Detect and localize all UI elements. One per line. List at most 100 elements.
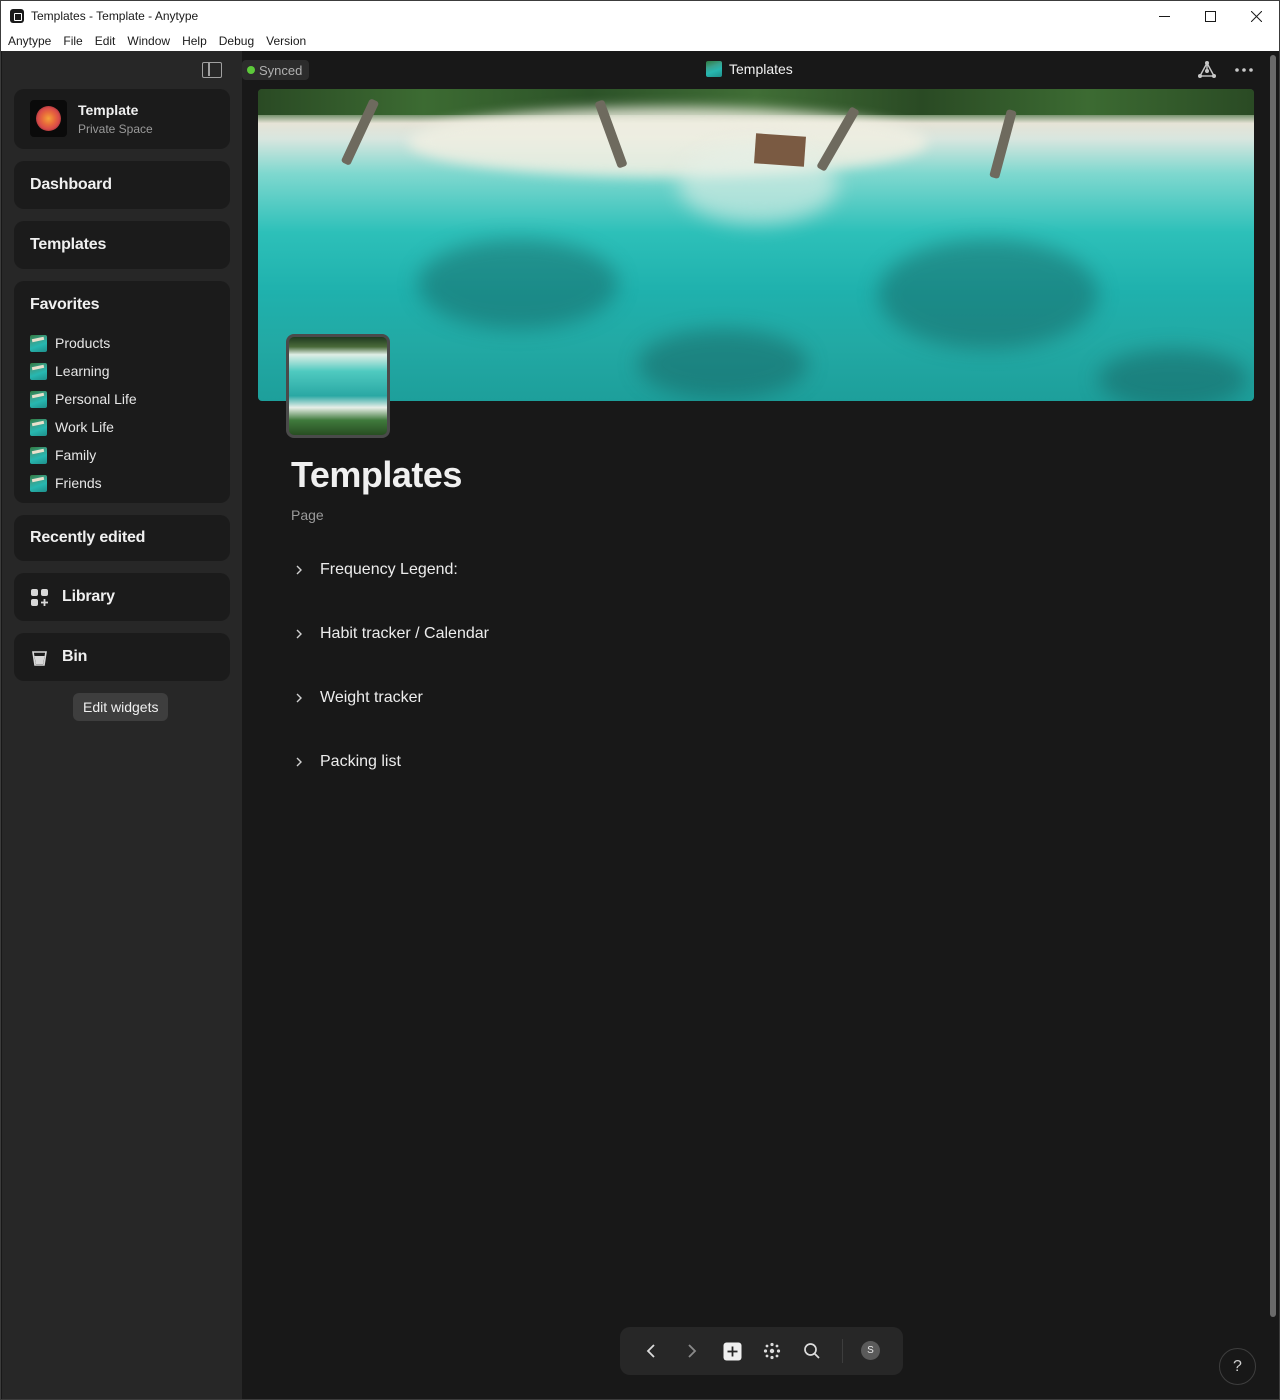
toggle-label: Frequency Legend: (320, 561, 458, 578)
page-icon-image[interactable] (286, 334, 390, 438)
cover-deck (754, 133, 806, 167)
widget-bin[interactable]: Bin (14, 633, 230, 681)
page-thumbnail-icon (30, 446, 47, 464)
title-bar: Templates - Template - Anytype (0, 0, 1280, 31)
toggle-weight-tracker[interactable]: Weight tracker (294, 683, 489, 713)
bin-icon (32, 651, 47, 666)
menu-anytype[interactable]: Anytype (8, 34, 51, 48)
widget-dashboard-title: Dashboard (30, 176, 112, 193)
scrollbar-thumb[interactable] (1270, 55, 1276, 1317)
edit-widgets-button[interactable]: Edit widgets (73, 693, 169, 721)
graph-view-button[interactable] (762, 1341, 782, 1361)
cover-reef (638, 329, 808, 399)
back-icon (646, 1344, 655, 1358)
menu-debug[interactable]: Debug (219, 34, 254, 48)
header-title-label: Templates (729, 61, 793, 77)
sync-status-dot (247, 66, 255, 74)
favorite-label: Friends (55, 475, 102, 491)
page-thumbnail-icon (30, 390, 47, 408)
scrollbar[interactable] (1268, 51, 1278, 1399)
favorite-item-learning[interactable]: Learning (30, 357, 137, 385)
page-thumbnail-icon (30, 418, 47, 436)
space-type: Private Space (78, 122, 153, 136)
space-icon (30, 100, 67, 137)
space-card[interactable]: Template Private Space (14, 89, 230, 149)
sync-status-badge[interactable]: Synced (242, 60, 310, 80)
help-button[interactable]: ? (1219, 1348, 1256, 1385)
favorite-item-family[interactable]: Family (30, 441, 137, 469)
widget-favorites-title[interactable]: Favorites (30, 296, 100, 314)
toggle-packing-list[interactable]: Packing list (294, 747, 489, 777)
toggle-habit-tracker[interactable]: Habit tracker / Calendar (294, 619, 489, 649)
sidebar: Template Private Space Dashboard Templat… (2, 51, 242, 1399)
widget-dashboard[interactable]: Dashboard (14, 161, 230, 209)
maximize-icon (1204, 11, 1216, 22)
favorite-label: Personal Life (55, 391, 137, 407)
graph-icon (763, 1342, 781, 1360)
favorite-item-work-life[interactable]: Work Life (30, 413, 137, 441)
widget-bin-title: Bin (62, 648, 88, 665)
profile-avatar[interactable]: S (861, 1341, 880, 1360)
back-button[interactable] (641, 1341, 661, 1361)
favorite-label: Family (55, 447, 97, 463)
chevron-right-icon[interactable] (294, 629, 304, 639)
sync-status-label: Synced (259, 62, 303, 78)
favorite-item-personal-life[interactable]: Personal Life (30, 385, 137, 413)
cover-pier (989, 108, 1017, 180)
menu-version[interactable]: Version (266, 34, 306, 48)
chevron-right-icon[interactable] (294, 757, 304, 767)
widget-recently-edited-title: Recently edited (30, 529, 146, 546)
page-type[interactable]: Page (291, 507, 324, 523)
cover-reef (878, 239, 1098, 349)
bottom-navbar: S (620, 1327, 903, 1375)
widget-library-title: Library (62, 588, 115, 605)
menu-window[interactable]: Window (127, 34, 170, 48)
space-name: Template (78, 102, 139, 118)
toggle-frequency-legend[interactable]: Frequency Legend: (294, 555, 489, 585)
widget-templates[interactable]: Templates (14, 221, 230, 269)
navbar-divider (842, 1339, 843, 1363)
favorite-label: Learning (55, 363, 110, 379)
forward-button[interactable] (682, 1341, 702, 1361)
menu-edit[interactable]: Edit (95, 34, 116, 48)
favorite-item-friends[interactable]: Friends (30, 469, 137, 497)
anytype-app-icon (10, 9, 24, 23)
widget-favorites: Favorites Products Learning Personal Lif… (14, 281, 230, 503)
widget-recently-edited[interactable]: Recently edited (14, 515, 230, 561)
menu-file[interactable]: File (63, 34, 82, 48)
page-thumbnail-icon (30, 362, 47, 380)
favorite-label: Work Life (55, 419, 114, 435)
cover-reef (1098, 349, 1248, 401)
window-controls (1141, 1, 1279, 32)
menu-bar: Anytype File Edit Window Help Debug Vers… (0, 31, 1280, 51)
minimize-icon (1158, 16, 1170, 17)
close-icon (1250, 11, 1262, 22)
sidebar-toggle-icon[interactable] (202, 62, 222, 78)
app-window: Template Private Space Dashboard Templat… (0, 51, 1280, 1400)
maximize-button[interactable] (1187, 1, 1233, 32)
window-title: Templates - Template - Anytype (31, 9, 199, 23)
favorite-item-products[interactable]: Products (30, 329, 137, 357)
cover-reef (418, 239, 618, 329)
forward-icon (688, 1344, 697, 1358)
close-button[interactable] (1233, 1, 1279, 32)
library-icon (31, 589, 48, 606)
create-object-button[interactable] (722, 1341, 742, 1361)
toggle-label: Habit tracker / Calendar (320, 625, 489, 642)
graph-icon[interactable] (1197, 60, 1217, 80)
search-button[interactable] (802, 1341, 822, 1361)
search-icon (804, 1343, 820, 1359)
toggle-list: Frequency Legend: Habit tracker / Calend… (294, 555, 489, 811)
cover-image[interactable] (258, 89, 1254, 401)
page-thumbnail-icon (706, 61, 722, 77)
header-title[interactable]: Templates (706, 61, 793, 77)
widget-library[interactable]: Library (14, 573, 230, 621)
page-title[interactable]: Templates (291, 454, 462, 496)
more-options-icon[interactable] (1232, 60, 1256, 80)
toggle-label: Packing list (320, 753, 401, 770)
menu-help[interactable]: Help (182, 34, 207, 48)
favorites-list: Products Learning Personal Life Work Lif… (30, 329, 137, 497)
minimize-button[interactable] (1141, 1, 1187, 32)
chevron-right-icon[interactable] (294, 693, 304, 703)
chevron-right-icon[interactable] (294, 565, 304, 575)
